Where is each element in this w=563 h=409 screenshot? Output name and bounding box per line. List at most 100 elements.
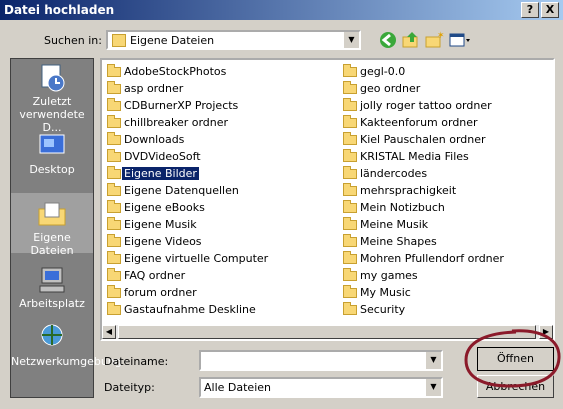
file-item[interactable]: Eigene Bilder [104,166,334,183]
file-item[interactable]: Downloads [104,132,334,149]
file-name: jolly roger tattoo ordner [360,99,492,112]
file-item[interactable]: gegl-0.0 [340,64,550,81]
file-item[interactable]: KRISTAL Media Files [340,149,550,166]
file-item[interactable]: mehrsprachigkeit [340,183,550,200]
folder-icon [343,234,357,247]
folder-icon [343,149,357,162]
filetype-dropdown[interactable]: Alle Dateien ▼ [199,377,443,398]
file-item[interactable]: Kakteenforum ordner [340,115,550,132]
folder-icon [107,149,121,162]
file-name: ländercodes [360,167,428,180]
file-item[interactable]: chillbreaker ordner [104,115,334,132]
recent-documents-icon [41,64,65,92]
folder-icon [343,166,357,179]
file-item[interactable]: AdobeStockPhotos [104,64,334,81]
folder-icon [107,200,121,213]
chevron-down-icon[interactable]: ▼ [425,352,441,369]
folder-icon [107,98,121,111]
file-list[interactable]: AdobeStockPhotos asp ordner CDBurnerXP Pro… [100,58,555,341]
file-name: Eigene Bilder [122,167,199,180]
folder-icon [107,302,121,315]
file-item[interactable]: forum ordner [104,285,334,302]
file-name: Meine Shapes [360,235,437,248]
folder-icon [107,166,121,179]
places-bar: Zuletzt verwendete D... Desktop Eigene D… [10,58,122,398]
file-item[interactable]: DVDVideoSoft [104,149,334,166]
close-button[interactable]: X [541,2,559,18]
file-name: chillbreaker ordner [124,116,229,129]
file-name: geo ordner [360,82,421,95]
file-item[interactable]: Mein Notizbuch [340,200,550,217]
place-recent[interactable]: Zuletzt verwendete D... [11,63,93,134]
folder-icon [343,132,357,145]
folder-icon [343,98,357,111]
file-item[interactable]: asp ordner [104,81,334,98]
file-item[interactable]: my games [340,268,550,285]
file-name: mehrsprachigkeit [360,184,457,197]
file-item[interactable]: Gastaufnahme Deskline [104,302,334,319]
help-button[interactable]: ? [521,2,539,18]
file-name: Eigene Musik [124,218,197,231]
file-item[interactable]: Kiel Pauschalen ordner [340,132,550,149]
place-network[interactable]: Netzwerkumgebung [11,323,122,368]
folder-icon [343,115,357,128]
up-folder-icon[interactable] [401,30,421,50]
file-name: Gastaufnahme Deskline [124,303,256,316]
file-item[interactable]: jolly roger tattoo ordner [340,98,550,115]
chevron-down-icon[interactable]: ▼ [425,379,441,396]
file-item[interactable]: Meine Musik [340,217,550,234]
window-title: Datei hochladen [4,3,115,17]
place-label: Desktop [29,163,75,176]
file-item[interactable]: ländercodes [340,166,550,183]
place-label: Zuletzt verwendete D... [19,95,85,134]
chevron-down-icon[interactable]: ▼ [343,32,359,48]
scroll-left-button[interactable]: ◀ [102,325,116,339]
file-name: Kiel Pauschalen ordner [360,133,486,146]
file-name: forum ordner [124,286,197,299]
file-item[interactable]: Mohren Pfullendorf ordner [340,251,550,268]
file-name: DVDVideoSoft [124,150,201,163]
file-name: asp ordner [124,82,184,95]
title-bar[interactable]: Datei hochladen ? X [0,0,563,20]
file-name: Mein Notizbuch [360,201,445,214]
file-item[interactable]: Eigene virtuelle Computer [104,251,334,268]
place-my-computer[interactable]: Arbeitsplatz [11,265,93,310]
file-name: My Music [360,286,411,299]
lookin-dropdown[interactable]: Eigene Dateien ▼ [106,30,361,50]
file-item[interactable]: Eigene Videos [104,234,334,251]
file-item[interactable]: Eigene Datenquellen [104,183,334,200]
file-name: FAQ ordner [124,269,186,282]
file-name: gegl-0.0 [360,65,406,78]
place-desktop[interactable]: Desktop [11,131,93,176]
view-menu-icon[interactable] [448,30,472,50]
filename-input[interactable]: ▼ [199,350,443,371]
file-item[interactable]: Eigene eBooks [104,200,334,217]
filetype-label: Dateityp: [104,381,155,394]
folder-icon [107,81,121,94]
file-name: KRISTAL Media Files [360,150,469,163]
folder-icon [343,64,357,77]
file-column-left: AdobeStockPhotos asp ordner CDBurnerXP Pro… [104,64,334,319]
file-item[interactable]: CDBurnerXP Projects [104,98,334,115]
file-item[interactable]: Eigene Musik [104,217,334,234]
place-my-documents[interactable]: Eigene Dateien [11,193,93,257]
file-dialog: Datei hochladen ? X Suchen in: Eigene Da… [0,0,563,409]
folder-icon [343,81,357,94]
place-label: Arbeitsplatz [19,297,85,310]
new-folder-icon[interactable]: ✶ [424,30,444,50]
file-item[interactable]: My Music [340,285,550,302]
lookin-label: Suchen in: [44,34,102,47]
file-name: AdobeStockPhotos [124,65,227,78]
file-item[interactable]: Security [340,302,550,319]
file-name: my games [360,269,418,282]
folder-icon [107,285,121,298]
file-item[interactable]: geo ordner [340,81,550,98]
folder-icon [107,132,121,145]
file-name: Downloads [124,133,185,146]
back-icon[interactable] [378,30,398,50]
file-item[interactable]: FAQ ordner [104,268,334,285]
folder-icon [112,34,126,47]
folder-icon [107,115,121,128]
file-item[interactable]: Meine Shapes [340,234,550,251]
file-name: CDBurnerXP Projects [124,99,239,112]
